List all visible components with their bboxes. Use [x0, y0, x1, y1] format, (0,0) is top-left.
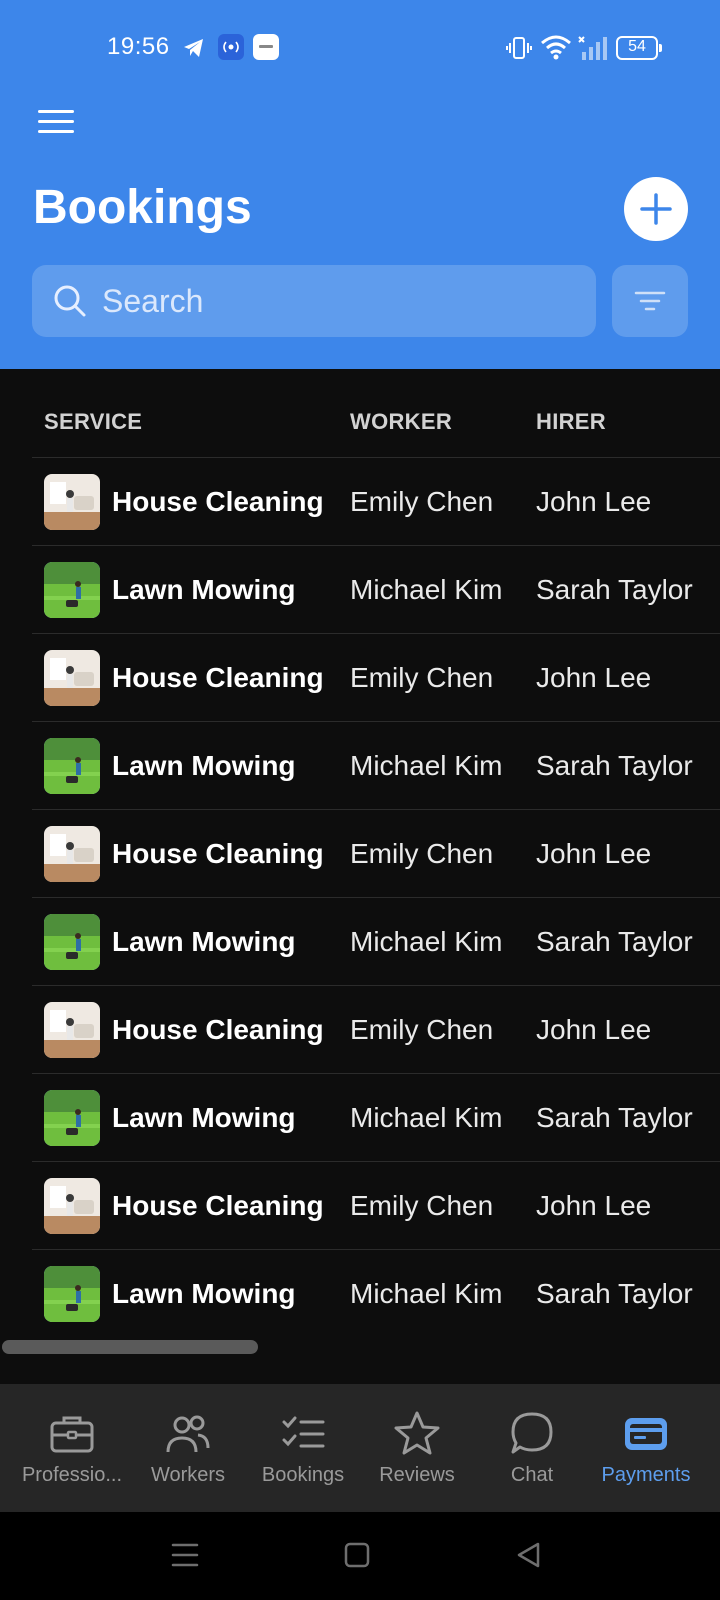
battery-level: 54 [628, 38, 646, 55]
status-bar: 19:56 54 [0, 30, 720, 66]
worker-name: Emily Chen [350, 662, 494, 693]
worker-name: Michael Kim [350, 926, 503, 957]
house-cleaning-thumbnail [44, 1002, 100, 1058]
worker-name: Michael Kim [350, 1278, 503, 1309]
bottom-navigation: Professio... Workers Bookings Reviews Ch… [0, 1384, 720, 1512]
nav-workers[interactable]: Workers [128, 1384, 248, 1512]
users-icon [166, 1415, 210, 1453]
wifi-icon [541, 35, 571, 60]
house-cleaning-thumbnail [44, 1178, 100, 1234]
lawn-mowing-thumbnail [44, 1090, 100, 1146]
nav-professionals[interactable]: Professio... [12, 1384, 132, 1512]
worker-name: Emily Chen [350, 838, 494, 869]
status-time: 19:56 [107, 33, 170, 60]
hirer-name: Sarah Taylor [536, 1102, 693, 1133]
service-name: Lawn Mowing [112, 1278, 296, 1309]
hirer-name: Sarah Taylor [536, 750, 693, 781]
house-cleaning-thumbnail [44, 826, 100, 882]
lawn-mowing-thumbnail [44, 562, 100, 618]
column-header-worker[interactable]: WORKER [350, 409, 452, 435]
service-name: House Cleaning [112, 1190, 324, 1221]
hamburger-menu-icon[interactable] [36, 106, 76, 136]
table-row[interactable]: House Cleaning Emily Chen John Lee [32, 457, 720, 545]
column-header-service[interactable]: SERVICE [44, 409, 142, 435]
telegram-icon [184, 39, 203, 57]
worker-name: Emily Chen [350, 1014, 494, 1045]
hirer-name: John Lee [536, 662, 652, 693]
nav-label: Payments [601, 1464, 691, 1486]
worker-name: Michael Kim [350, 574, 503, 605]
system-navigation-bar [0, 1512, 720, 1600]
service-name: House Cleaning [112, 662, 324, 693]
nav-label: Workers [150, 1464, 226, 1486]
star-icon [394, 1411, 440, 1455]
table-row[interactable]: Lawn Mowing Michael Kim Sarah Taylor [32, 545, 720, 633]
nav-payments[interactable]: Payments [586, 1384, 706, 1512]
search-icon [54, 285, 86, 317]
lawn-mowing-thumbnail [44, 914, 100, 970]
hirer-name: Sarah Taylor [536, 1278, 693, 1309]
app-header: 19:56 54 Bookings Search [0, 0, 720, 369]
lawn-mowing-thumbnail [44, 738, 100, 794]
filter-button[interactable] [612, 265, 688, 337]
plus-icon [640, 193, 672, 225]
table-row[interactable]: House Cleaning Emily Chen John Lee [32, 1161, 720, 1249]
service-name: House Cleaning [112, 1014, 324, 1045]
add-booking-button[interactable] [624, 177, 688, 241]
worker-name: Emily Chen [350, 486, 494, 517]
table-row[interactable]: Lawn Mowing Michael Kim Sarah Taylor [32, 721, 720, 809]
table-row[interactable]: Lawn Mowing Michael Kim Sarah Taylor [32, 1073, 720, 1161]
nav-bookings[interactable]: Bookings [243, 1384, 363, 1512]
nav-label: Reviews [379, 1464, 455, 1486]
table-row[interactable]: House Cleaning Emily Chen John Lee [32, 633, 720, 721]
house-cleaning-thumbnail [44, 650, 100, 706]
hirer-name: John Lee [536, 1190, 652, 1221]
table-row[interactable]: Lawn Mowing Michael Kim Sarah Taylor [32, 897, 720, 985]
nav-reviews[interactable]: Reviews [357, 1384, 477, 1512]
search-bar[interactable] [32, 265, 596, 337]
checklist-icon [282, 1416, 325, 1448]
service-name: House Cleaning [112, 486, 324, 517]
hirer-name: John Lee [536, 838, 652, 869]
house-cleaning-thumbnail [44, 474, 100, 530]
service-name: House Cleaning [112, 838, 324, 869]
search-input[interactable] [102, 265, 582, 337]
horizontal-scrollbar[interactable] [2, 1340, 258, 1354]
hirer-name: John Lee [536, 1014, 652, 1045]
service-name: Lawn Mowing [112, 926, 296, 957]
table-row[interactable]: House Cleaning Emily Chen John Lee [32, 809, 720, 897]
briefcase-icon [50, 1416, 94, 1453]
service-name: Lawn Mowing [112, 750, 296, 781]
worker-name: Emily Chen [350, 1190, 494, 1221]
service-name: Lawn Mowing [112, 1102, 296, 1133]
hirer-name: Sarah Taylor [536, 926, 693, 957]
table-row[interactable]: House Cleaning Emily Chen John Lee [32, 985, 720, 1073]
hirer-name: Sarah Taylor [536, 574, 693, 605]
app-notification-icon [253, 34, 279, 60]
recent-apps-icon[interactable] [170, 1540, 200, 1570]
hirer-name: John Lee [536, 486, 652, 517]
credit-card-icon [625, 1418, 667, 1450]
worker-name: Michael Kim [350, 1102, 503, 1133]
vibrate-icon [506, 37, 532, 59]
worker-name: Michael Kim [350, 750, 503, 781]
service-name: Lawn Mowing [112, 574, 296, 605]
signal-icon [578, 36, 607, 60]
battery-icon: 54 [616, 36, 662, 60]
chat-bubble-icon [511, 1412, 553, 1454]
nav-label: Bookings [261, 1464, 345, 1486]
nav-label: Chat [510, 1464, 554, 1486]
broadcast-icon [218, 34, 244, 60]
page-title: Bookings [33, 181, 252, 234]
home-icon[interactable] [342, 1540, 372, 1570]
table-row[interactable]: Lawn Mowing Michael Kim Sarah Taylor [32, 1249, 720, 1337]
nav-label: Professio... [21, 1464, 123, 1486]
lawn-mowing-thumbnail [44, 1266, 100, 1322]
back-icon[interactable] [514, 1540, 544, 1570]
nav-chat[interactable]: Chat [472, 1384, 592, 1512]
filter-icon [634, 291, 666, 311]
column-header-hirer[interactable]: HIRER [536, 409, 606, 435]
